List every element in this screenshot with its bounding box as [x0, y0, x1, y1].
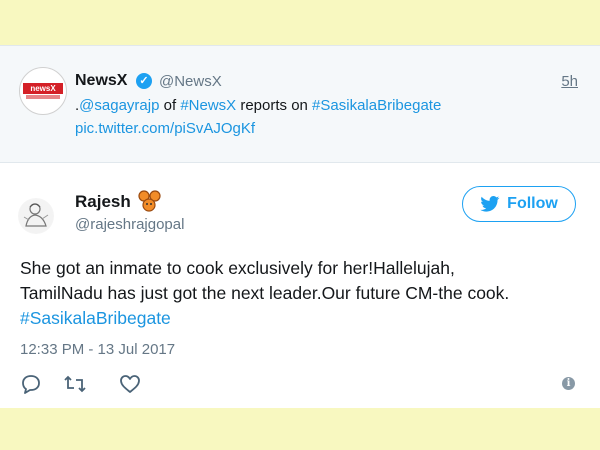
quoted-tweet[interactable]: newsX NewsX ✓ @NewsX 5h .@sagayrajp of #… — [0, 46, 600, 163]
mention-link[interactable]: @sagayrajp — [79, 97, 159, 114]
hashtag-sasikala-link[interactable]: #SasikalaBribegate — [312, 97, 441, 114]
newsx-logo[interactable]: newsX — [19, 67, 67, 115]
author-name[interactable]: Rajesh — [75, 192, 131, 212]
avatar-sketch-icon — [19, 199, 53, 233]
paw-emoji-icon — [136, 189, 164, 213]
quoted-text-mid1: of — [159, 97, 181, 114]
quoted-text-mid2: reports on — [236, 97, 313, 114]
follow-label: Follow — [507, 195, 558, 212]
quoted-author-name[interactable]: NewsX — [75, 72, 127, 90]
quoted-tweet-time[interactable]: 5h — [561, 73, 578, 90]
quoted-tweet-text: .@sagayrajp of #NewsX reports on #Sasika… — [75, 97, 441, 114]
tweet-timestamp[interactable]: 12:33 PM - 13 Jul 2017 — [20, 341, 175, 358]
quoted-author-handle[interactable]: @NewsX — [159, 73, 222, 90]
reply-icon[interactable] — [20, 373, 42, 395]
embedded-tweet-card: newsX NewsX ✓ @NewsX 5h .@sagayrajp of #… — [0, 45, 600, 408]
info-icon[interactable]: i — [562, 377, 575, 390]
author-handle[interactable]: @rajeshrajgopal — [75, 216, 184, 233]
tweet-actions: i — [20, 373, 580, 397]
twitter-bird-icon — [480, 196, 500, 212]
verified-badge-icon: ✓ — [136, 73, 152, 89]
heart-icon[interactable] — [119, 373, 141, 395]
tweet-text-line1: She got an inmate to cook exclusively fo… — [20, 258, 455, 278]
tweet-text-line2: TamilNadu has just got the next leader.O… — [20, 283, 510, 303]
newsx-logo-text: newsX — [23, 83, 63, 94]
follow-button[interactable]: Follow — [462, 186, 576, 222]
tweet-text: She got an inmate to cook exclusively fo… — [20, 256, 590, 331]
tweet-hashtag-link[interactable]: #SasikalaBribegate — [20, 308, 171, 328]
hashtag-newsx-link[interactable]: #NewsX — [180, 97, 236, 114]
avatar[interactable] — [18, 198, 54, 234]
newsx-logo-strip — [26, 95, 60, 99]
quoted-pic-link[interactable]: pic.twitter.com/piSvAJOgKf — [75, 120, 255, 137]
retweet-icon[interactable] — [63, 373, 86, 395]
